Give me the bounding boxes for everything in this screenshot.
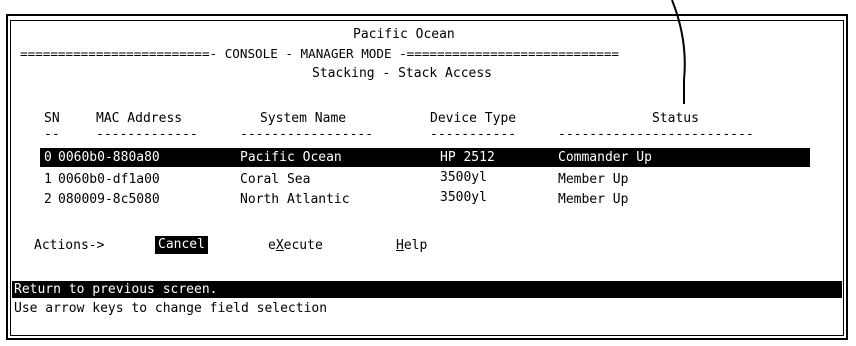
row-1-type: 3500yl xyxy=(440,170,487,185)
switch-name: Pacific Ocean xyxy=(353,27,455,42)
row-2-type: 3500yl xyxy=(440,190,487,205)
hint-line: Use arrow keys to change field selection xyxy=(14,301,328,316)
row-1-mac: 0060b0-df1a00 xyxy=(58,172,160,187)
col-underline-status: ------------------------- xyxy=(558,127,754,142)
console-mode-line: =========================- CONSOLE - MAN… xyxy=(20,46,619,61)
col-underline-mac: ------------- xyxy=(96,127,198,142)
row-2-mac: 080009-8c5080 xyxy=(58,192,160,207)
row-1-sn[interactable]: 1 xyxy=(44,172,52,188)
row-0-sn: 0 xyxy=(44,150,52,166)
screen-title: Stacking - Stack Access xyxy=(312,66,493,81)
row-1-name: Coral Sea xyxy=(240,172,311,187)
row-0-name: Pacific Ocean xyxy=(240,150,342,166)
col-header-mac: MAC Address xyxy=(96,111,183,126)
row-1-status: Member Up xyxy=(558,172,629,187)
cancel-action[interactable]: Cancel xyxy=(155,236,208,254)
col-header-sn: SN xyxy=(44,111,60,126)
col-underline-type: ----------- xyxy=(430,127,517,142)
col-header-status: Status xyxy=(652,111,699,126)
row-2-status: Member Up xyxy=(558,192,629,207)
col-underline-name: ----------------- xyxy=(240,127,374,142)
row-2-name: North Atlantic xyxy=(240,192,350,207)
actions-label: Actions-> xyxy=(34,238,105,253)
row-0-mac: 0060b0-880a80 xyxy=(58,150,160,166)
help-action[interactable]: Help xyxy=(396,238,427,254)
execute-action[interactable]: eXecute xyxy=(268,238,323,254)
row-0-type: HP 2512 xyxy=(440,150,495,166)
col-header-name: System Name xyxy=(260,111,347,126)
row-0-status: Commander Up xyxy=(558,150,652,166)
col-underline-sn: -- xyxy=(44,127,60,142)
help-line: Return to previous screen. xyxy=(14,282,218,298)
row-2-sn[interactable]: 2 xyxy=(44,192,52,208)
col-header-type: Device Type xyxy=(430,111,517,126)
